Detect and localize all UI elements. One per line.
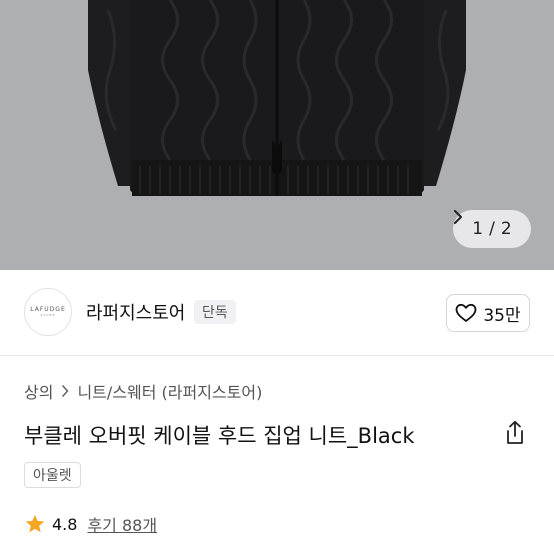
share-button[interactable] <box>503 420 527 446</box>
store-name[interactable]: 라퍼지스토어 <box>86 299 185 325</box>
exclusive-badge: 단독 <box>194 300 236 324</box>
heart-outline-icon <box>455 303 477 322</box>
store-logo-brand: LAFUDGE <box>30 306 66 313</box>
reviews-link[interactable]: 후기 88개 <box>87 512 157 536</box>
image-page-indicator[interactable]: 1 / 2 <box>453 210 531 248</box>
like-button[interactable]: 35만 <box>446 294 530 332</box>
breadcrumb-item-knit[interactable]: 니트/스웨터 (라퍼지스토어) <box>77 379 262 403</box>
breadcrumb: 상의 니트/스웨터 (라퍼지스토어) <box>24 379 262 403</box>
star-icon <box>25 514 45 533</box>
rating-row: 4.8 후기 88개 <box>24 512 157 536</box>
store-logo-sub: STORE <box>40 313 56 317</box>
page-current: 1 <box>472 219 484 239</box>
rating-score: 4.8 <box>52 514 78 534</box>
product-title: 부클레 오버핏 케이블 후드 집업 니트_Black <box>24 424 415 448</box>
page-separator: / <box>489 219 495 239</box>
product-image[interactable]: 1 / 2 <box>0 0 554 270</box>
page-total: 2 <box>500 219 512 239</box>
chevron-right-icon <box>62 385 69 397</box>
chevron-right-icon <box>454 210 462 224</box>
breadcrumb-item-top[interactable]: 상의 <box>24 379 53 403</box>
outlet-tag: 아울렛 <box>24 462 81 488</box>
share-icon <box>507 420 523 444</box>
like-count: 35만 <box>483 305 521 326</box>
seller-row: LAFUDGE STORE 라퍼지스토어 단독 35만 <box>0 270 554 356</box>
store-logo[interactable]: LAFUDGE STORE <box>24 288 72 336</box>
